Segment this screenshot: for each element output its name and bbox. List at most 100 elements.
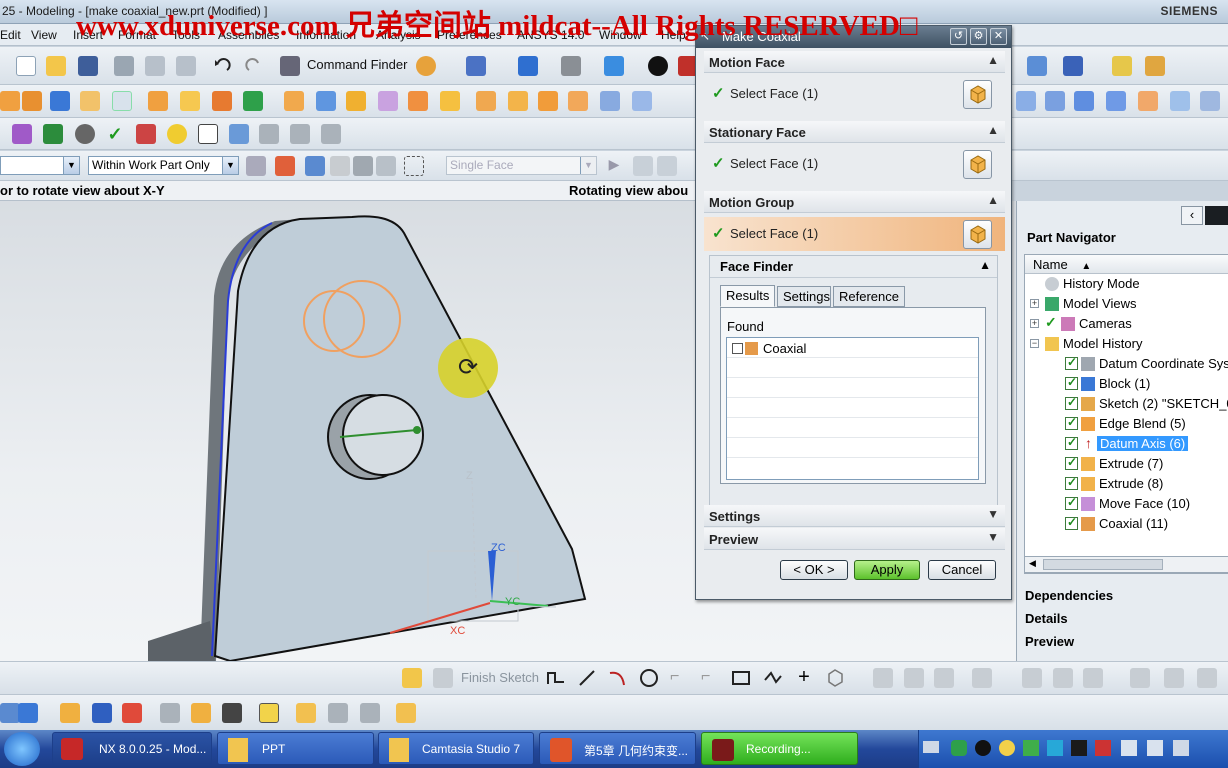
unite-icon[interactable] [243,91,263,111]
finish-sketch-button[interactable]: Finish Sketch [461,670,539,685]
visibility-checkbox[interactable] [1065,375,1078,390]
expand-icon[interactable]: + [1030,299,1039,308]
corner-icon[interactable] [934,668,954,688]
tray-app-icon[interactable] [1071,740,1087,756]
surface-icon[interactable] [1016,91,1036,111]
collapse-panel-button[interactable]: ‹ [1181,206,1203,225]
add-component-icon[interactable] [18,703,38,723]
shield-icon[interactable] [951,740,967,756]
arc-icon[interactable] [607,668,627,688]
volume-icon[interactable] [1173,740,1189,756]
mesh-surface-icon[interactable] [1045,91,1065,111]
redo-icon[interactable] [244,56,264,76]
clock-icon[interactable] [75,124,95,144]
graph-icon[interactable] [136,124,156,144]
settings-group-header[interactable]: Settings ▼ [704,505,1005,527]
part-family-icon[interactable] [259,124,279,144]
offset-surface-icon[interactable] [1138,91,1158,111]
preview-group-header[interactable]: Preview ▼ [704,528,1005,550]
info-icon[interactable] [466,56,486,76]
tree-node-model-history[interactable]: − Model History [1025,334,1228,354]
dimension-icon[interactable] [1022,668,1042,688]
tree-node-block[interactable]: Block (1) [1025,374,1228,394]
mate-icon[interactable] [92,703,112,723]
arrow-right-icon[interactable]: ▶ [604,156,624,176]
magnify-icon[interactable] [167,124,187,144]
constraint-icon[interactable] [43,124,63,144]
copy-icon[interactable] [145,56,165,76]
coaxial-checkbox[interactable] [732,343,743,354]
select-face-button[interactable] [963,220,992,249]
array-icon[interactable] [191,703,211,723]
alternate-icon[interactable] [1197,668,1217,688]
expression-icon[interactable] [198,124,218,144]
close-icon[interactable]: ✕ [990,28,1007,45]
move-icon[interactable] [1063,56,1083,76]
law-extension-icon[interactable] [1170,91,1190,111]
trim-body-icon[interactable] [212,91,232,111]
visibility-checkbox[interactable] [1065,355,1078,370]
select-arrow-icon[interactable] [305,156,325,176]
new-component-icon[interactable] [60,703,80,723]
tree-node-move-face[interactable]: Move Face (10) [1025,494,1228,514]
spreadsheet-icon[interactable] [229,124,249,144]
tree-node-extrude-7[interactable]: Extrude (7) [1025,454,1228,474]
new-file-icon[interactable] [16,56,36,76]
finish-sketch-icon[interactable] [433,668,453,688]
tray-app-icon[interactable] [1047,740,1063,756]
reset-icon[interactable]: ↺ [950,28,967,45]
udf-icon[interactable] [321,124,341,144]
pattern-icon[interactable] [346,91,366,111]
rectangle-icon[interactable] [731,668,751,688]
start-ie-icon[interactable] [4,732,40,766]
replace-component-icon[interactable] [396,703,416,723]
trim-icon[interactable] [873,668,893,688]
clearance-icon[interactable] [296,703,316,723]
analysis-icon[interactable] [1027,56,1047,76]
sketch-icon[interactable] [402,668,422,688]
taskbar-item-ppt[interactable]: PPT [217,732,374,765]
revolve-icon[interactable] [22,91,42,111]
auto-constrain-icon[interactable] [1083,668,1103,688]
wave-icon[interactable] [259,703,279,723]
visibility-checkbox[interactable] [1065,415,1078,430]
visibility-checkbox[interactable] [1065,395,1078,410]
view-cube-icon[interactable] [604,56,624,76]
sweep-icon[interactable] [508,91,528,111]
mirror-icon[interactable] [378,91,398,111]
taskbar-item-powerpoint[interactable]: 第5章 几何约束变... [539,732,696,765]
snap-mid-icon[interactable] [657,156,677,176]
face-feature-icon[interactable] [476,91,496,111]
dependencies-section[interactable]: Dependencies [1025,588,1113,603]
replace-face-icon[interactable] [568,91,588,111]
stationary-face-group-header[interactable]: Stationary Face ▲ [704,121,1005,143]
assembly-icon[interactable] [0,703,20,723]
shade-icon[interactable] [648,56,668,76]
trim-sheet-icon[interactable] [1106,91,1126,111]
constraint-sketch-icon[interactable] [1053,668,1073,688]
profile-icon[interactable] [546,668,566,688]
face-finder-header[interactable]: Face Finder ▲ [710,256,997,278]
circle-icon[interactable] [639,668,659,688]
mirror-assembly-icon[interactable] [222,703,242,723]
sew-icon[interactable] [1074,91,1094,111]
select-face-icon[interactable] [376,156,396,176]
command-finder-icon[interactable] [280,56,300,76]
tray-app-icon[interactable] [1095,740,1111,756]
thicken-icon[interactable] [440,91,460,111]
check-icon[interactable]: ✓ [105,124,125,144]
visibility-checkbox[interactable] [1065,475,1078,490]
tree-node-sketch[interactable]: Sketch (2) "SKETCH_00 [1025,394,1228,414]
tree-node-cameras[interactable]: + ✓ Cameras [1025,314,1228,334]
block-icon[interactable] [50,91,70,111]
wcs-icon[interactable] [518,56,538,76]
cut-icon[interactable] [114,56,134,76]
motion-group-header[interactable]: Motion Group ▲ [704,191,1005,213]
motion-face-selection[interactable]: ✓ Select Face (1) [704,77,1005,111]
command-finder-button[interactable]: Command Finder [307,57,407,72]
tree-node-model-views[interactable]: + Model Views [1025,294,1228,314]
apply-button[interactable]: Apply [854,560,920,580]
offset-curve-icon[interactable] [972,668,992,688]
cancel-button[interactable]: Cancel [928,560,996,580]
details-section[interactable]: Details [1025,611,1068,626]
